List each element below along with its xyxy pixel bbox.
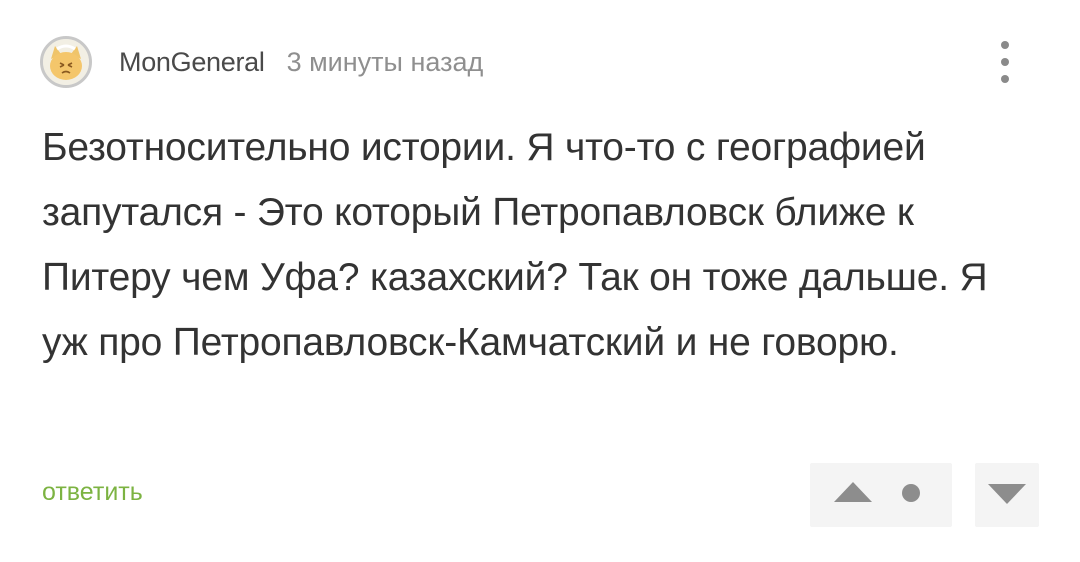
triangle-up-icon[interactable] <box>832 480 874 504</box>
triangle-down-icon[interactable] <box>986 482 1028 506</box>
comment-header: MonGeneral 3 минуты назад <box>40 34 483 90</box>
comment-author[interactable]: MonGeneral <box>119 47 265 78</box>
more-options-button[interactable] <box>990 38 1020 86</box>
vertical-ellipsis-icon <box>1001 58 1009 66</box>
cat-avatar-icon <box>43 39 89 85</box>
rating-dot-icon <box>902 484 920 502</box>
vertical-ellipsis-icon <box>1001 41 1009 49</box>
user-avatar[interactable] <box>40 36 92 88</box>
vertical-ellipsis-icon <box>1001 75 1009 83</box>
comment-timestamp: 3 минуты назад <box>286 46 484 77</box>
comment-body: Безотносительно истории. Я что-то с геог… <box>42 126 988 364</box>
reply-button[interactable]: ответить <box>42 478 143 507</box>
